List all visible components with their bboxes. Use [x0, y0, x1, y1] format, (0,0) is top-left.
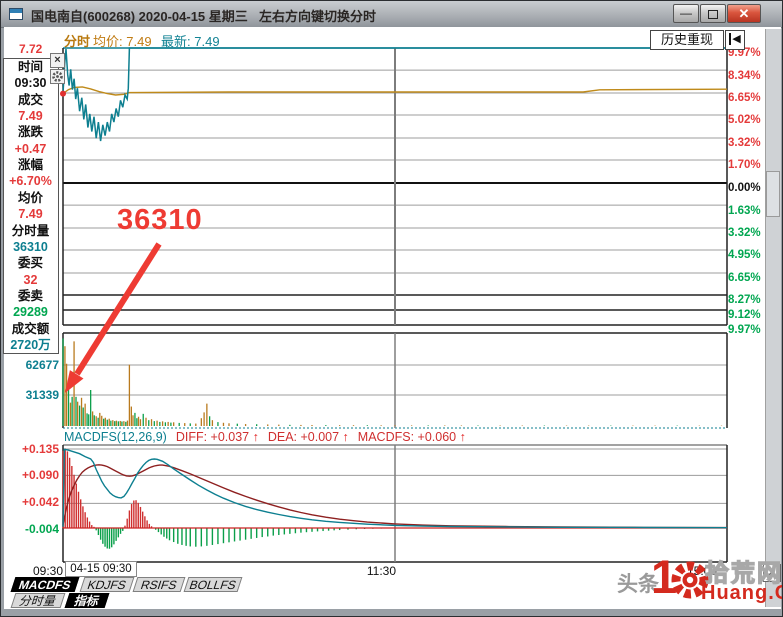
- right-axis-label: 5.02%: [728, 114, 761, 126]
- restore-button[interactable]: [700, 4, 726, 23]
- quote-label: 成交: [17, 92, 43, 107]
- tab-分时量[interactable]: 分时量: [10, 593, 66, 608]
- crosshair-time-box: 04-15 09:30: [65, 561, 137, 577]
- macd-value: DEA: +0.007 ↑: [267, 430, 349, 444]
- series-type-label: 分时: [64, 34, 91, 49]
- gear-icon-glyph: [52, 71, 63, 82]
- quote-label: 委买: [17, 256, 43, 271]
- left-axis-top-price: 7.72: [19, 42, 43, 56]
- tab-kdjfs[interactable]: KDJFS: [79, 577, 135, 592]
- volume-axis-label-1: 62677: [25, 358, 59, 372]
- right-axis-label: 8.34%: [728, 70, 761, 82]
- close-icon: ✕: [738, 6, 750, 21]
- tab-指标[interactable]: 指标: [64, 593, 110, 608]
- right-axis-label: 1.70%: [728, 159, 761, 171]
- tab-macdfs[interactable]: MACDFS: [10, 577, 80, 592]
- right-axis-label: 4.95%: [728, 249, 761, 261]
- macd-axis-label: +0.135: [21, 442, 59, 456]
- watermark-domain: Huang.CN: [701, 582, 782, 604]
- right-axis-label: 8.27%: [728, 294, 761, 306]
- right-axis-label: 9.12%: [728, 309, 761, 321]
- quote-value: 7.49: [18, 109, 43, 124]
- quote-value: 36310: [13, 239, 48, 254]
- window-title: 国电南自(600268) 2020-04-15 星期三: [31, 9, 248, 24]
- macd-value: MACDFS: +0.060 ↑: [357, 430, 466, 444]
- up-arrow-icon: ↑: [342, 430, 349, 444]
- right-axis-label: 9.97%: [728, 324, 761, 336]
- macd-axis-label: -0.004: [24, 522, 59, 536]
- quote-panel-close-icon[interactable]: ×: [50, 53, 65, 68]
- up-arrow-icon: ↑: [252, 430, 259, 444]
- app-icon: [9, 8, 23, 20]
- quote-value: 29289: [13, 305, 48, 320]
- quote-value: +6.70%: [9, 174, 52, 189]
- time-axis-start: 09:30: [32, 564, 63, 578]
- window-title-hint: 左右方向键切换分时: [259, 9, 377, 24]
- gear-icon[interactable]: [50, 69, 65, 84]
- volume-axis-label-2: 31339: [25, 388, 59, 402]
- quote-value: +0.47: [14, 141, 47, 156]
- quote-label: 委卖: [17, 288, 43, 303]
- tab-rsifs[interactable]: RSIFS: [132, 577, 186, 592]
- volume-callout-text: 36310: [117, 204, 203, 236]
- macd-axis-label: +0.042: [21, 495, 59, 509]
- last-price-label: 最新: 7.49: [161, 34, 220, 49]
- scrollbar-thumb[interactable]: [766, 171, 780, 217]
- quote-label: 涨跌: [17, 125, 43, 140]
- vertical-scrollbar[interactable]: [765, 29, 781, 607]
- macd-axis-label: +0.090: [21, 468, 59, 482]
- close-button[interactable]: ✕: [727, 4, 761, 23]
- app-window: 国电南自(600268) 2020-04-15 星期三 左右方向键切换分时 — …: [0, 0, 783, 617]
- quote-label: 成交额: [11, 321, 50, 336]
- quote-value: 2720万: [10, 337, 51, 352]
- right-axis-label: 3.32%: [728, 137, 761, 149]
- time-axis-mid: 11:30: [366, 564, 396, 578]
- quote-label: 均价: [17, 190, 43, 205]
- quote-value: 7.49: [18, 207, 43, 222]
- macd-title: MACDFS(12,26,9): [64, 430, 167, 444]
- tab-bollfs[interactable]: BOLLFS: [183, 577, 243, 592]
- right-axis-label: 0.00%: [728, 182, 761, 194]
- macd-indicator-header: MACDFS(12,26,9) DIFF: +0.037 ↑ DEA: +0.007…: [64, 430, 466, 444]
- right-axis-label: 1.63%: [728, 205, 761, 217]
- skip-to-start-icon[interactable]: ◀: [725, 30, 745, 50]
- quote-label: 分时量: [11, 223, 50, 238]
- quote-label: 涨幅: [17, 158, 43, 173]
- macd-value: DIFF: +0.037 ↑: [175, 430, 259, 444]
- up-arrow-icon: ↑: [459, 430, 466, 444]
- avg-price-label: 均价: 7.49: [93, 34, 152, 49]
- history-replay-button[interactable]: 历史重现: [650, 30, 724, 50]
- title-bar: 国电南自(600268) 2020-04-15 星期三 左右方向键切换分时 — …: [1, 1, 782, 28]
- right-axis-label: 6.65%: [728, 272, 761, 284]
- restore-icon: [708, 10, 718, 19]
- right-axis-label: 6.65%: [728, 92, 761, 104]
- right-axis-label: 3.32%: [728, 227, 761, 239]
- minimize-icon: —: [680, 6, 692, 20]
- chart-canvas-background: [4, 27, 781, 609]
- quote-value: 32: [23, 272, 38, 287]
- minimize-button[interactable]: —: [673, 4, 699, 23]
